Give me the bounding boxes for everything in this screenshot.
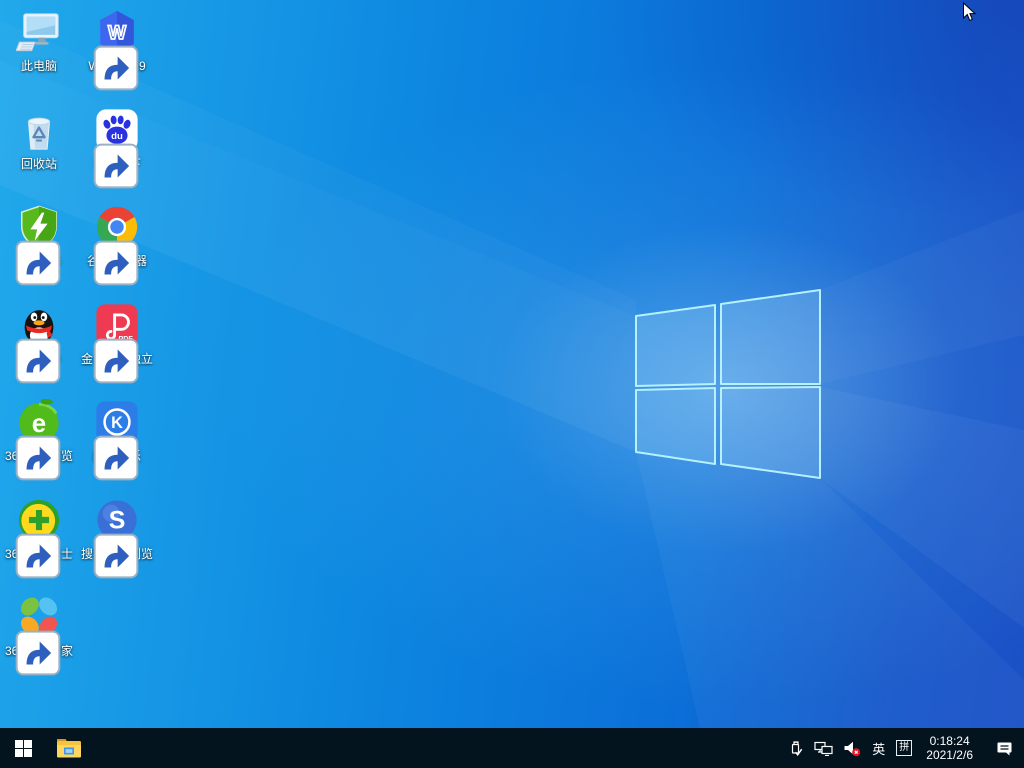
start-button[interactable] <box>0 728 46 768</box>
shortcut-arrow-icon <box>15 532 28 545</box>
sogou-browser-icon: S <box>93 496 141 544</box>
desktop-icon-chrome-browser[interactable]: 谷歌浏览器 <box>78 203 156 269</box>
desktop-icon-recycle-bin[interactable]: 回收站 <box>0 106 78 172</box>
svg-text:S: S <box>109 507 126 535</box>
network-icon[interactable] <box>809 728 838 768</box>
desktop-icon-baidu-search[interactable]: du 百度一下 <box>78 106 156 172</box>
360-software-manager-icon <box>15 593 63 641</box>
desktop-icon-kugou-music[interactable]: K 酷狗音乐 <box>78 398 156 464</box>
shortcut-arrow-icon <box>93 44 106 57</box>
svg-text:du: du <box>111 131 123 142</box>
desktop-icon-tencent-qq[interactable]: 腾讯QQ <box>0 301 78 367</box>
ime-mode-indicator[interactable]: 拼 <box>896 740 912 756</box>
svg-text:e: e <box>32 410 46 438</box>
desktop-icon-wps-2019[interactable]: W WPS 2019 <box>78 8 156 74</box>
file-explorer-icon <box>56 737 82 759</box>
360-antivirus-icon <box>15 203 63 251</box>
360-safeguard-icon <box>15 496 63 544</box>
windows-start-icon <box>15 740 32 757</box>
tencent-qq-icon <box>15 301 63 349</box>
clock-date: 2021/2/6 <box>926 748 973 762</box>
shortcut-arrow-icon <box>93 434 106 447</box>
shortcut-arrow-icon <box>93 239 106 252</box>
desktop-icon-360-secure-browser[interactable]: e 360安全浏览器 <box>0 398 78 479</box>
desktop-background[interactable]: 此电脑 W WPS 2019 回收站 du 百度一下 360杀毒 谷歌浏览器 腾… <box>0 0 1024 728</box>
file-explorer-button[interactable] <box>46 728 92 768</box>
desktop-icon-this-pc[interactable]: 此电脑 <box>0 8 78 74</box>
shortcut-arrow-icon <box>93 532 106 545</box>
shortcut-arrow-icon <box>15 337 28 350</box>
shortcut-arrow-icon <box>15 239 28 252</box>
clock-time: 0:18:24 <box>926 734 973 748</box>
360-secure-browser-icon: e <box>15 398 63 446</box>
desktop-icon-360-antivirus[interactable]: 360杀毒 <box>0 203 78 269</box>
chrome-browser-icon <box>93 203 141 251</box>
desktop-icon-label: 回收站 <box>0 157 78 172</box>
kugou-music-icon: K <box>93 398 141 446</box>
baidu-search-icon: du <box>93 106 141 154</box>
ime-language-indicator[interactable]: 英 <box>866 739 891 758</box>
shortcut-arrow-icon <box>15 629 28 642</box>
recycle-bin-icon <box>15 106 63 154</box>
notification-icon <box>996 740 1013 757</box>
shortcut-arrow-icon <box>15 434 28 447</box>
shortcut-arrow-icon <box>93 337 106 350</box>
svg-text:K: K <box>111 414 123 432</box>
action-center-button[interactable] <box>982 728 1024 768</box>
kingsoft-pdf-icon: PDF <box>93 301 141 349</box>
clock[interactable]: 0:18:24 2021/2/6 <box>917 728 982 768</box>
taskbar: 英 拼 0:18:24 2021/2/6 <box>0 728 1024 768</box>
shortcut-arrow-icon <box>93 142 106 155</box>
wps-2019-icon: W <box>93 8 141 56</box>
this-pc-icon <box>15 8 63 56</box>
desktop-icon-kingsoft-pdf[interactable]: PDF 金山PDF独立版 <box>78 301 156 382</box>
desktop-icon-360-safeguard[interactable]: 360安全卫士 <box>0 496 78 562</box>
desktop-icon-label: 此电脑 <box>0 59 78 74</box>
usb-safely-remove-icon[interactable] <box>782 728 809 768</box>
svg-text:W: W <box>108 23 127 44</box>
windows-logo <box>636 290 820 478</box>
desktop-icon-360-software-manager[interactable]: 360软件管家 <box>0 593 78 659</box>
desktop-icon-sogou-browser[interactable]: S 搜狗高速浏览器 <box>78 496 156 577</box>
volume-muted-icon[interactable] <box>838 728 866 768</box>
